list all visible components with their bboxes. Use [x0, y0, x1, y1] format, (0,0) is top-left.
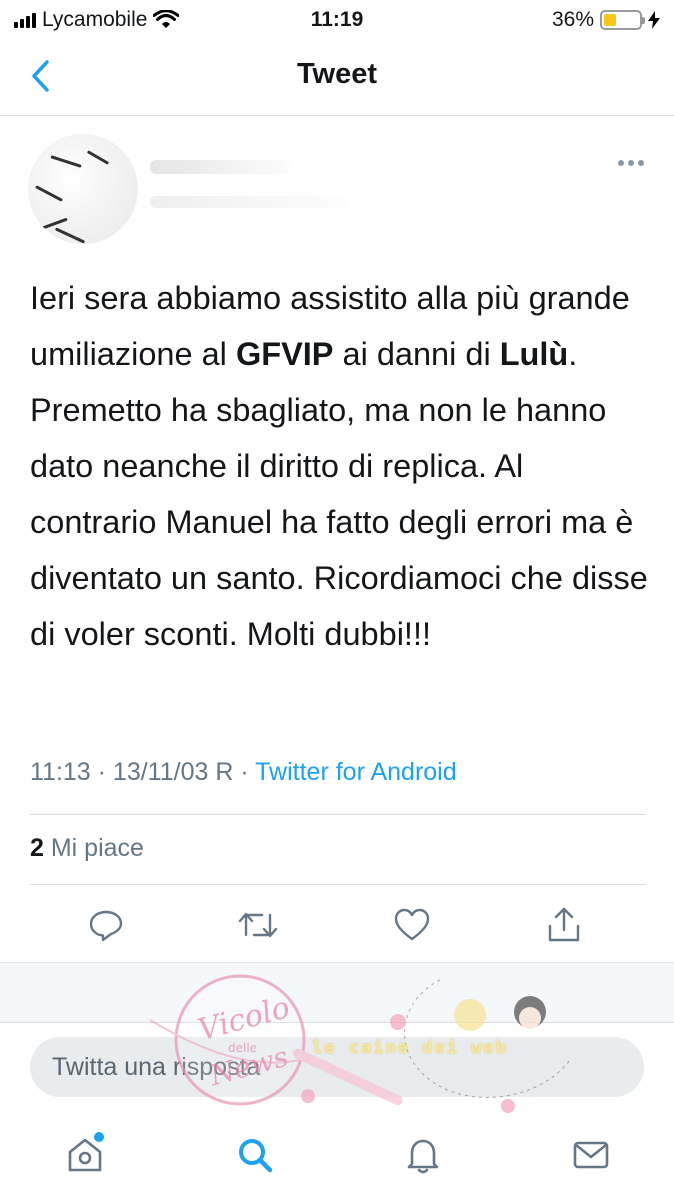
dot-icon	[638, 160, 644, 166]
like-icon	[394, 908, 430, 941]
messages-icon	[573, 1141, 609, 1169]
divider	[30, 814, 646, 815]
tab-search[interactable]	[230, 1130, 280, 1180]
like-button[interactable]	[390, 903, 434, 947]
search-icon	[239, 1139, 273, 1173]
status-bar: Lycamobile 11:19 36%	[0, 0, 674, 40]
notifications-icon	[407, 1139, 439, 1174]
tab-bar	[0, 1114, 674, 1200]
reply-input[interactable]	[30, 1037, 644, 1097]
tweet-text-bold: Lulù	[499, 336, 569, 372]
separator-band	[0, 962, 674, 1022]
tab-messages[interactable]	[566, 1130, 616, 1180]
share-icon	[548, 907, 580, 942]
likes-label: Mi piace	[43, 834, 144, 862]
dot-icon	[618, 160, 624, 166]
divider	[30, 884, 646, 885]
likes-count[interactable]: 2 Mi piace	[30, 834, 144, 863]
tweet-text-part: . Premetto ha sbagliato, ma non le hanno…	[30, 336, 648, 652]
tweet-text-part: ai danni di	[333, 336, 500, 372]
dot-icon	[628, 160, 634, 166]
likes-number: 2	[30, 834, 44, 862]
more-options-button[interactable]	[618, 160, 644, 166]
tab-notifications[interactable]	[398, 1130, 448, 1180]
retweet-icon	[238, 912, 278, 938]
page-title: Tweet	[296, 58, 378, 90]
tweet-author[interactable]	[0, 120, 674, 250]
reply-button[interactable]	[84, 903, 128, 947]
share-button[interactable]	[542, 903, 586, 947]
tweet-text: Ieri sera abbiamo assistito alla più gra…	[30, 270, 650, 662]
tweet-source-link[interactable]: Twitter for Android	[255, 758, 456, 786]
reply-icon	[89, 910, 123, 942]
battery-percent: 36%	[551, 8, 594, 31]
author-name-redacted[interactable]	[150, 160, 290, 174]
nav-bar: Tweet	[0, 40, 674, 116]
author-handle-redacted	[150, 196, 350, 208]
charging-bolt-icon	[648, 11, 660, 29]
battery-icon	[600, 10, 645, 30]
tweet-text-bold: GFVIP	[235, 336, 334, 372]
tab-home[interactable]	[60, 1130, 110, 1180]
retweet-button[interactable]	[236, 903, 280, 947]
tweet-timestamp: 11:13 · 13/11/03 R ·	[30, 758, 256, 786]
tweet-meta: 11:13 · 13/11/03 R · Twitter for Android	[30, 758, 457, 787]
reply-composer	[0, 1022, 674, 1114]
tweet-actions	[0, 895, 674, 955]
avatar[interactable]	[28, 134, 138, 244]
battery-group: 36%	[552, 8, 660, 32]
notification-dot	[94, 1132, 104, 1142]
